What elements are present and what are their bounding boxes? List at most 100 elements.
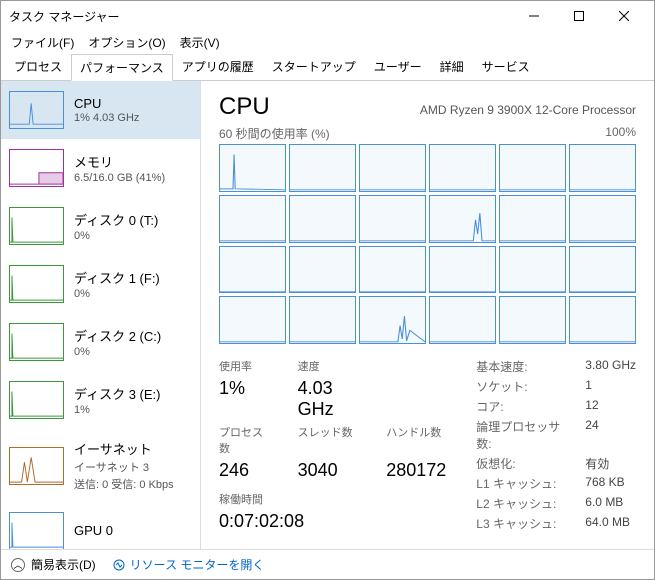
sidebar-item-5[interactable]: ディスク 3 (E:)1% [1,371,200,429]
cpu-core-8 [359,195,426,243]
cpu-core-18 [219,296,286,344]
sidebar-item-sub: イーサネット 3 [74,459,174,475]
tab-6[interactable]: サービス [473,53,539,80]
sidebar-item-label: ディスク 1 (F:) [74,268,160,287]
cpu-core-13 [289,246,356,294]
stat-label: プロセス数 [219,424,274,456]
minimize-button[interactable] [511,1,556,31]
chevron-up-icon: ︿ [11,558,25,572]
cpu-core-2 [359,144,426,192]
thumb-icon [9,381,64,419]
cpu-core-6 [219,195,286,243]
spec-value: 12 [585,398,636,415]
thumb-icon [9,265,64,303]
cpu-core-9 [429,195,496,243]
spec-label: ソケット: [476,378,567,395]
main-panel: CPU AMD Ryzen 9 3900X 12-Core Processor … [201,81,654,549]
chart-label-right: 100% [605,125,636,142]
sidebar-item-sub: 1% [74,404,161,416]
cpu-core-15 [429,246,496,294]
tab-4[interactable]: ユーザー [365,53,431,80]
stat-value: 4.03 GHz [298,378,363,420]
spec-value: 64.0 MB [585,515,636,532]
sidebar-item-label: イーサネット [74,439,174,458]
spec-value: 24 [585,418,636,452]
uptime-value: 0:07:02:08 [219,511,446,532]
menu-view[interactable]: 表示(V) [174,32,226,53]
spec-value: 6.0 MB [585,495,636,512]
chart-label-left: 60 秒間の使用率 (%) [219,125,330,142]
tab-2[interactable]: アプリの履歴 [173,53,263,80]
cpu-core-4 [499,144,566,192]
stat-value: 246 [219,460,274,481]
sidebar-item-1[interactable]: メモリ6.5/16.0 GB (41%) [1,139,200,197]
sidebar-item-label: ディスク 2 (C:) [74,326,161,345]
tab-5[interactable]: 詳細 [431,53,473,80]
footer: ︿ 簡易表示(D) リソース モニターを開く [1,549,654,579]
menubar: ファイル(F) オプション(O) 表示(V) [1,31,654,53]
cpu-core-grid [219,144,636,344]
sidebar-item-label: CPU [74,96,139,111]
spec-value: 1 [585,378,636,395]
sidebar-item-label: ディスク 3 (E:) [74,384,161,403]
thumb-icon [9,323,64,361]
sidebar-item-sub: 0% [74,230,158,242]
spec-value: 768 KB [585,475,636,492]
cpu-model: AMD Ryzen 9 3900X 12-Core Processor [420,103,636,117]
stat-value: 280172 [386,460,446,481]
sidebar[interactable]: CPU1% 4.03 GHzメモリ6.5/16.0 GB (41%)ディスク 0… [1,81,201,549]
sidebar-item-sub: 0% [74,288,160,300]
fewer-details-button[interactable]: ︿ 簡易表示(D) [11,556,96,573]
sidebar-item-label: ディスク 0 (T:) [74,210,158,229]
uptime-label: 稼働時間 [219,491,446,507]
window-controls [511,1,646,31]
menu-file[interactable]: ファイル(F) [5,32,80,53]
stat-value: 3040 [298,460,363,481]
cpu-core-20 [359,296,426,344]
tab-3[interactable]: スタートアップ [263,53,365,80]
tab-0[interactable]: プロセス [5,53,71,80]
cpu-core-11 [569,195,636,243]
stat-label: スレッド数 [298,424,363,456]
thumb-icon [9,512,64,549]
cpu-core-0 [219,144,286,192]
tab-1[interactable]: パフォーマンス [71,54,173,81]
cpu-core-10 [499,195,566,243]
cpu-core-17 [569,246,636,294]
sidebar-item-0[interactable]: CPU1% 4.03 GHz [1,81,200,139]
cpu-core-16 [499,246,566,294]
spec-value: 3.80 GHz [585,358,636,375]
sidebar-item-sub: 6.5/16.0 GB (41%) [74,172,165,184]
sidebar-item-label: GPU 0 [74,523,113,538]
maximize-button[interactable] [556,1,601,31]
sidebar-item-2[interactable]: ディスク 0 (T:)0% [1,197,200,255]
spec-label: L3 キャッシュ: [476,515,567,532]
cpu-core-22 [499,296,566,344]
window-title: タスク マネージャー [9,8,511,25]
cpu-core-7 [289,195,356,243]
spec-label: 仮想化: [476,455,567,472]
sidebar-item-sub: 1% 4.03 GHz [74,112,139,124]
spec-label: 論理プロセッサ数: [476,418,567,452]
spec-label: L2 キャッシュ: [476,495,567,512]
cpu-core-14 [359,246,426,294]
resource-monitor-link[interactable]: リソース モニターを開く [112,556,265,573]
sidebar-item-3[interactable]: ディスク 1 (F:)0% [1,255,200,313]
stats-right: 基本速度:3.80 GHzソケット:1コア:12論理プロセッサ数:24仮想化:有… [476,358,636,532]
thumb-icon [9,91,64,129]
spec-label: L1 キャッシュ: [476,475,567,492]
sidebar-item-7[interactable]: GPU 0 [1,502,200,549]
menu-options[interactable]: オプション(O) [82,32,171,53]
sidebar-item-4[interactable]: ディスク 2 (C:)0% [1,313,200,371]
cpu-core-1 [289,144,356,192]
thumb-icon [9,447,64,485]
cpu-core-12 [219,246,286,294]
stat-value: 1% [219,378,274,420]
sidebar-item-6[interactable]: イーサネットイーサネット 3送信: 0 受信: 0 Kbps [1,429,200,502]
cpu-core-19 [289,296,356,344]
stat-label: 使用率 [219,358,274,374]
close-button[interactable] [601,1,646,31]
cpu-core-3 [429,144,496,192]
spec-label: コア: [476,398,567,415]
spec-label: 基本速度: [476,358,567,375]
